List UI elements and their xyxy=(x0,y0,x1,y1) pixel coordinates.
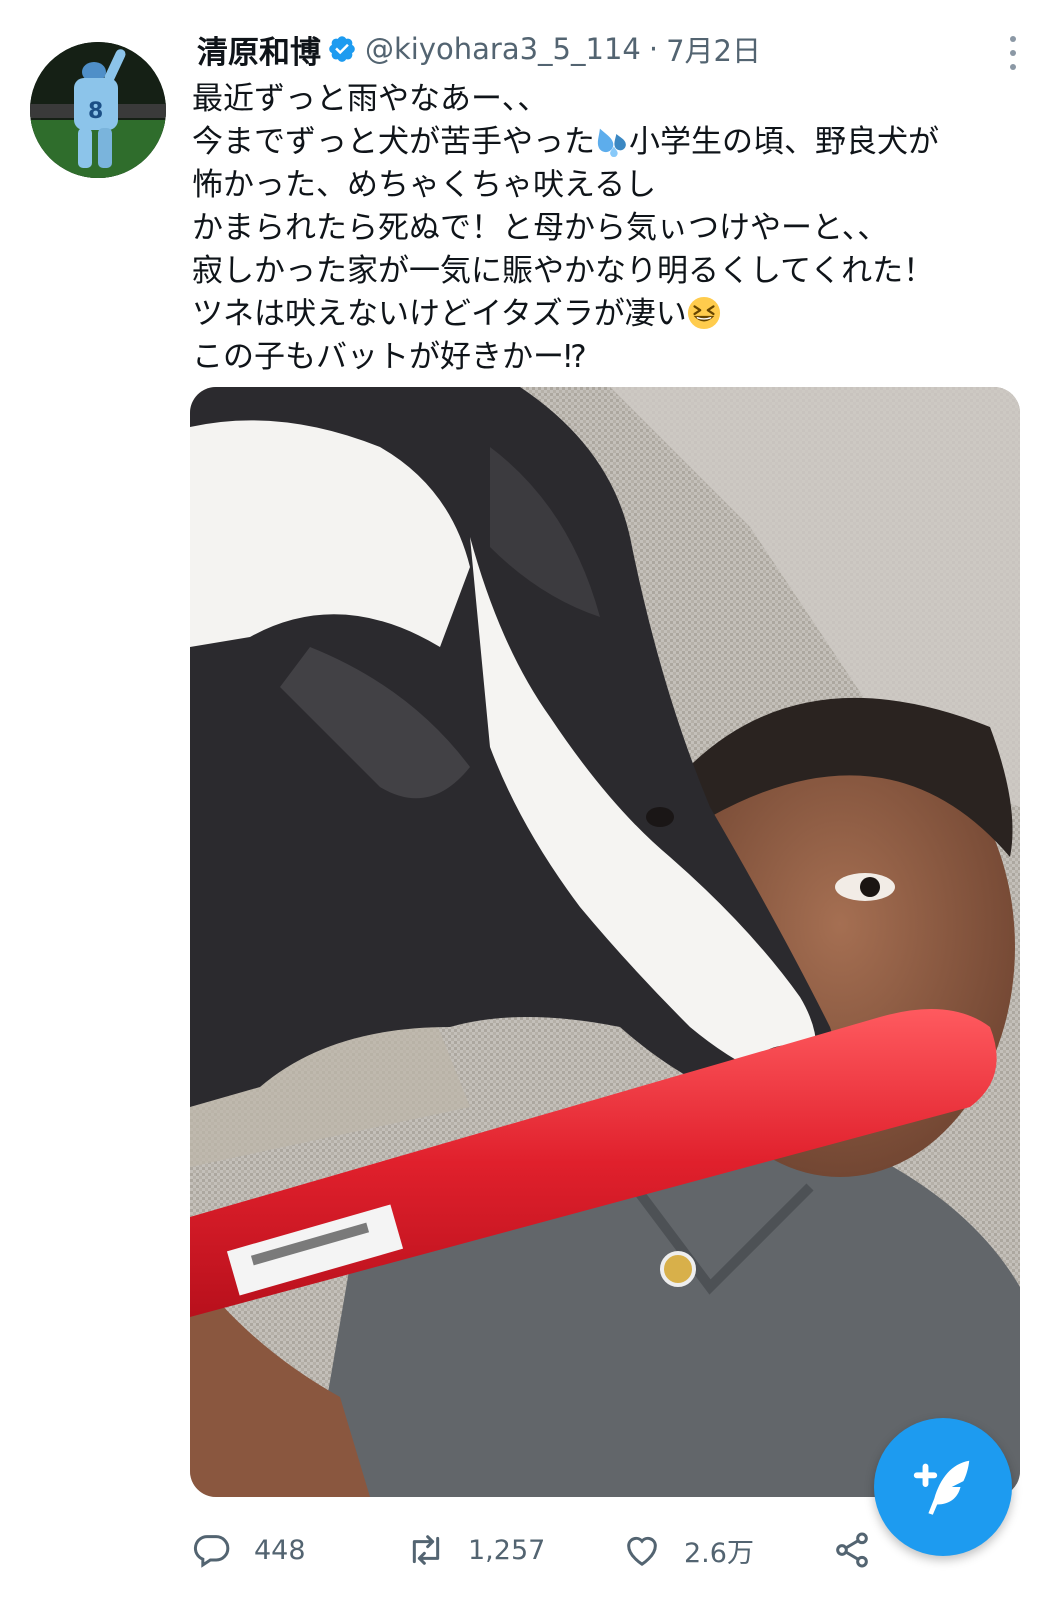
tweet-header: 清原和博 @kiyohara3_5_114 · 7月2日 xyxy=(197,27,761,72)
tweet-line: この子もバットが好きかー⁉ xyxy=(192,339,587,375)
share-icon xyxy=(836,1532,868,1568)
grinning-squinting-face-emoji xyxy=(687,296,721,330)
dog-and-man-photo xyxy=(190,387,1020,1497)
tweet-photo[interactable] xyxy=(190,387,1020,1497)
share-button[interactable] xyxy=(832,1522,872,1578)
retweet-count: 1,257 xyxy=(468,1534,546,1566)
reply-icon xyxy=(193,1535,230,1568)
tweet-date[interactable]: 7月2日 xyxy=(666,28,761,70)
tweet-text: 最近ずっと雨やなあー、、 今までずっと犬が苦手やった 小学生の頃、野良犬が 怖かっ… xyxy=(192,78,1022,379)
more-vertical-icon[interactable] xyxy=(1008,36,1018,70)
tweet-line: 今までずっと犬が苦手やった 小学生の頃、野良犬が xyxy=(192,124,939,160)
heart-icon xyxy=(627,1536,657,1566)
user-handle[interactable]: @kiyohara3_5_114 xyxy=(365,32,641,66)
compose-tweet-button[interactable] xyxy=(874,1418,1012,1556)
like-button[interactable]: 2.6万 xyxy=(622,1522,754,1578)
reply-button[interactable]: 448 xyxy=(192,1522,306,1578)
reply-count: 448 xyxy=(254,1534,306,1566)
sweat-droplets-emoji xyxy=(595,124,629,158)
avatar[interactable]: 8 xyxy=(30,42,166,178)
tweet-line: ツネは吠えないけどイタズラが凄い xyxy=(192,293,1022,336)
tweet-line: 最近ずっと雨やなあー、、 xyxy=(192,81,549,117)
like-count: 2.6万 xyxy=(684,1537,754,1569)
display-name[interactable]: 清原和博 xyxy=(197,27,321,72)
avatar-image: 8 xyxy=(30,42,166,178)
tweet-line: かまられたら死ぬで！と母から気ぃつけやーと、、 xyxy=(192,210,889,246)
svg-text:8: 8 xyxy=(88,99,103,124)
retweet-button[interactable]: 1,257 xyxy=(406,1522,545,1578)
compose-tweet-icon xyxy=(913,1460,970,1515)
verified-badge-icon xyxy=(327,34,357,64)
tweet-line: 寂しかった家が一気に賑やかなり明るくしてくれた！ xyxy=(192,253,935,289)
separator-dot: · xyxy=(648,32,659,66)
retweet-icon xyxy=(412,1535,440,1565)
tweet-line: 怖かった、めちゃくちゃ吠えるし xyxy=(192,167,657,203)
